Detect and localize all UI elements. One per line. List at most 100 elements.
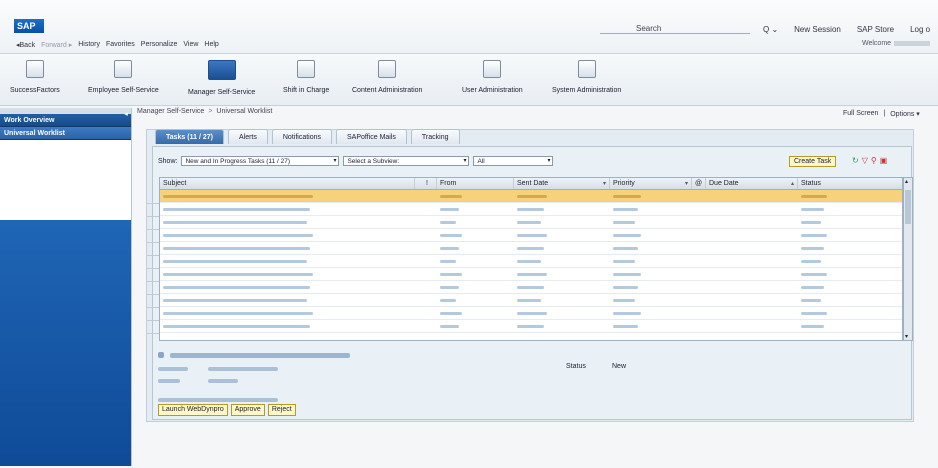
table-cell [514,281,610,294]
table-row[interactable] [160,255,902,268]
redacted-text [613,272,641,276]
new-session-link[interactable]: New Session [794,25,841,34]
launchpad-content-administration[interactable]: Content Administration [352,60,422,94]
table-row[interactable] [160,190,902,203]
launchpad-shift-in-charge[interactable]: Shift in Charge [283,60,329,94]
launchpad-manager-self-service[interactable]: Manager Self-Service [188,60,255,96]
redacted-text [440,298,456,302]
redacted-text [613,220,635,224]
help-menu[interactable]: Help [204,41,218,49]
tab-tracking[interactable]: Tracking [410,129,460,144]
breadcrumb-current: Universal Worklist [216,108,273,115]
scrollbar-thumb[interactable] [905,190,911,224]
search-icon[interactable]: ⚲ [871,156,877,165]
subview-select[interactable]: Select a Subview: ▾ [343,156,470,166]
launch-webdynpro-button[interactable]: Launch WebDynpro [158,404,228,416]
row-selector[interactable] [146,308,159,321]
column-attachment[interactable]: @ [692,178,706,189]
forward-button[interactable]: Forward ▸ [41,41,72,49]
sidebar-item-work-overview[interactable]: Work Overview [0,114,131,127]
table-cell [415,190,437,203]
row-selector[interactable] [146,321,159,334]
refresh-icon[interactable]: ↻ [852,156,859,165]
table-cell [160,255,415,268]
all-select[interactable]: All ▾ [473,156,554,166]
table-row[interactable] [160,294,902,307]
options-menu[interactable]: Options ▾ [890,110,920,118]
column-from[interactable]: From [437,178,514,189]
sidebar-item-universal-worklist[interactable]: Universal Worklist [0,127,131,140]
filter-icon[interactable]: ▽ [862,156,868,165]
row-selector[interactable] [146,269,159,282]
search-input[interactable] [600,21,750,34]
row-selector[interactable] [146,295,159,308]
table-header: Subject ! From Sent Date ▾ Priority ▾ @ Du… [160,178,902,190]
table-row[interactable] [160,203,902,216]
breadcrumb-root[interactable]: Manager Self-Service [137,108,204,115]
scroll-down-icon[interactable]: ▾ [905,333,908,340]
table-row[interactable] [160,268,902,281]
column-due-date[interactable]: Due Date ▴ [706,178,798,189]
task-title-redacted [170,353,350,358]
row-selector[interactable] [146,204,159,217]
column-priority[interactable]: Priority ▾ [610,178,692,189]
redacted-text [801,207,824,211]
column-importance[interactable]: ! [415,178,437,189]
show-select[interactable]: New and In Progress Tasks (11 / 27) ▾ [181,156,340,166]
full-screen-link[interactable]: Full Screen [843,110,878,118]
tab-tasks[interactable]: Tasks (11 / 27) [155,129,224,144]
collapse-sidebar-icon[interactable]: ◂ [121,110,131,119]
redacted-text [801,259,821,263]
table-cell [610,281,692,294]
row-selector[interactable] [146,191,159,204]
row-selector[interactable] [146,217,159,230]
search-dropdown-icon[interactable]: Q ⌄ [763,25,778,34]
redacted-text [517,194,547,198]
tab-sapoffice-mails[interactable]: SAPoffice Mails [336,129,407,144]
table-cell [692,307,706,320]
history-menu[interactable]: History [78,41,100,49]
row-selector[interactable] [146,282,159,295]
row-selector[interactable] [146,243,159,256]
column-status[interactable]: Status [798,178,902,189]
redacted-text [163,259,307,263]
launchpad-system-administration[interactable]: System Administration [552,60,621,94]
back-button[interactable]: ◂Back [16,41,35,49]
view-menu[interactable]: View [183,41,198,49]
favorites-menu[interactable]: Favorites [106,41,135,49]
table-scrollbar[interactable]: ▴ ▾ [903,177,913,341]
launchpad-employee-self-service[interactable]: Employee Self-Service [88,60,159,94]
table-cell [437,190,514,203]
scroll-up-icon[interactable]: ▴ [905,178,908,185]
approve-button[interactable]: Approve [230,404,265,416]
nav-bar: ◂Back Forward ▸ History Favorites Person… [16,41,219,49]
tab-alerts[interactable]: Alerts [227,129,268,144]
table-cell [798,268,902,281]
row-selector[interactable] [146,230,159,243]
table-cell [415,255,437,268]
reject-button[interactable]: Reject [267,404,296,416]
column-subject[interactable]: Subject [160,178,415,189]
detail-value-redacted [208,379,238,383]
column-sent-date[interactable]: Sent Date ▾ [514,178,610,189]
table-row[interactable] [160,242,902,255]
table-row[interactable] [160,216,902,229]
row-selector[interactable] [146,256,159,269]
launchpad-user-administration[interactable]: User Administration [462,60,523,94]
logoff-link[interactable]: Log o [910,25,930,34]
settings-icon[interactable]: ▣ [880,156,888,165]
sap-store-link[interactable]: SAP Store [857,25,894,34]
table-cell [160,307,415,320]
table-row[interactable] [160,320,902,333]
table-row[interactable] [160,281,902,294]
table-tools: ↻ ▽ ⚲ ▣ [852,156,887,165]
redacted-text [163,207,310,211]
table-cell [160,229,415,242]
launchpad-successfactors[interactable]: SuccessFactors [10,60,60,94]
tab-notifications[interactable]: Notifications [271,129,333,144]
create-task-button[interactable]: Create Task [789,156,837,167]
table-row[interactable] [160,229,902,242]
table-row[interactable] [160,307,902,320]
personalize-menu[interactable]: Personalize [141,41,178,49]
table-cell [706,216,798,229]
